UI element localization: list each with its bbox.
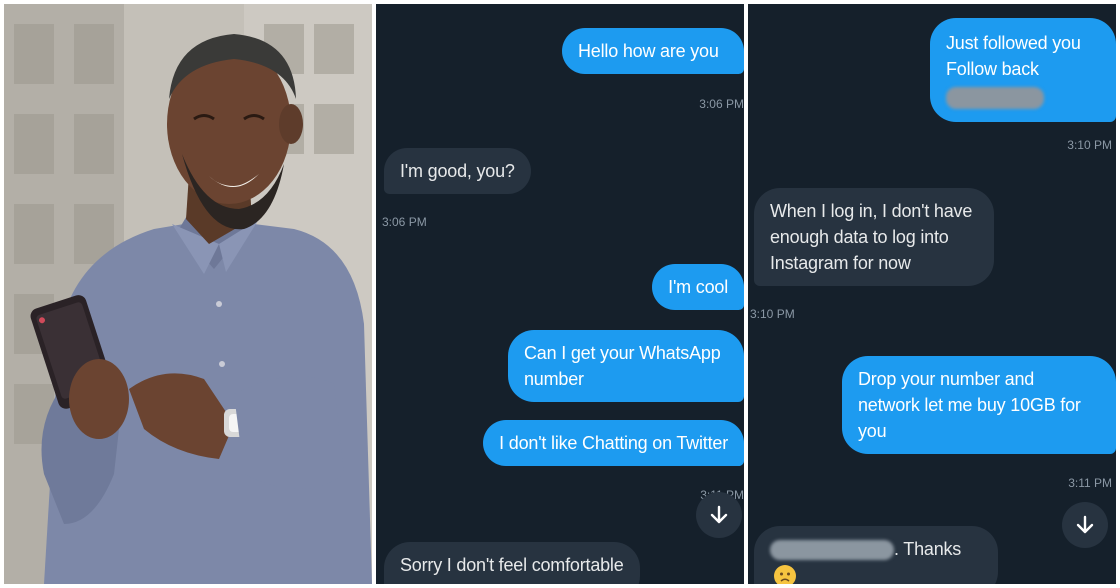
redacted-username: [946, 87, 1044, 110]
message-timestamp: 3:11 PM: [1068, 476, 1112, 490]
message-incoming[interactable]: Sorry I don't feel comfortable: [384, 542, 640, 584]
redacted-text: [770, 540, 894, 561]
stock-photo-man-with-phone: [4, 4, 372, 584]
scroll-to-bottom-button[interactable]: [1062, 502, 1108, 548]
message-text: When I log in, I don't have enough data …: [770, 201, 973, 273]
chat-panel-conversation-2: Just followed you Follow back 3:10 PM Wh…: [748, 4, 1116, 584]
message-text: . Thanks: [894, 539, 962, 559]
scroll-to-bottom-button[interactable]: [696, 492, 742, 538]
message-outgoing[interactable]: I don't like Chatting on Twitter: [483, 420, 744, 466]
message-text: Just followed you Follow back: [946, 33, 1081, 79]
chat-panel-conversation-1: Hello how are you 3:06 PM I'm good, you?…: [376, 4, 744, 584]
message-timestamp: 3:06 PM: [699, 97, 744, 111]
message-text: I'm good, you?: [400, 161, 515, 181]
message-outgoing[interactable]: I'm cool: [652, 264, 744, 310]
message-timestamp: 3:10 PM: [1067, 138, 1112, 152]
message-outgoing[interactable]: Can I get your WhatsApp number: [508, 330, 744, 402]
message-incoming[interactable]: I'm good, you?: [384, 148, 531, 194]
message-text: Drop your number and network let me buy …: [858, 369, 1081, 441]
message-outgoing[interactable]: Hello how are you: [562, 28, 744, 74]
arrow-down-icon: [710, 505, 728, 524]
arrow-down-icon: [1076, 515, 1094, 534]
message-incoming[interactable]: When I log in, I don't have enough data …: [754, 188, 994, 286]
worried-face-emoji: [774, 565, 796, 584]
message-text: I don't like Chatting on Twitter: [499, 433, 728, 453]
message-text: Sorry I don't feel comfortable: [400, 555, 624, 575]
message-text: Can I get your WhatsApp number: [524, 343, 721, 389]
message-outgoing[interactable]: Drop your number and network let me buy …: [842, 356, 1116, 454]
message-timestamp: 3:06 PM: [382, 215, 427, 229]
message-text: I'm cool: [668, 277, 728, 297]
message-timestamp: 3:10 PM: [750, 307, 795, 321]
message-outgoing[interactable]: Just followed you Follow back: [930, 18, 1116, 122]
message-text: Hello how are you: [578, 41, 719, 61]
message-incoming[interactable]: . Thanks: [754, 526, 998, 584]
photo-illustration: [4, 4, 372, 584]
